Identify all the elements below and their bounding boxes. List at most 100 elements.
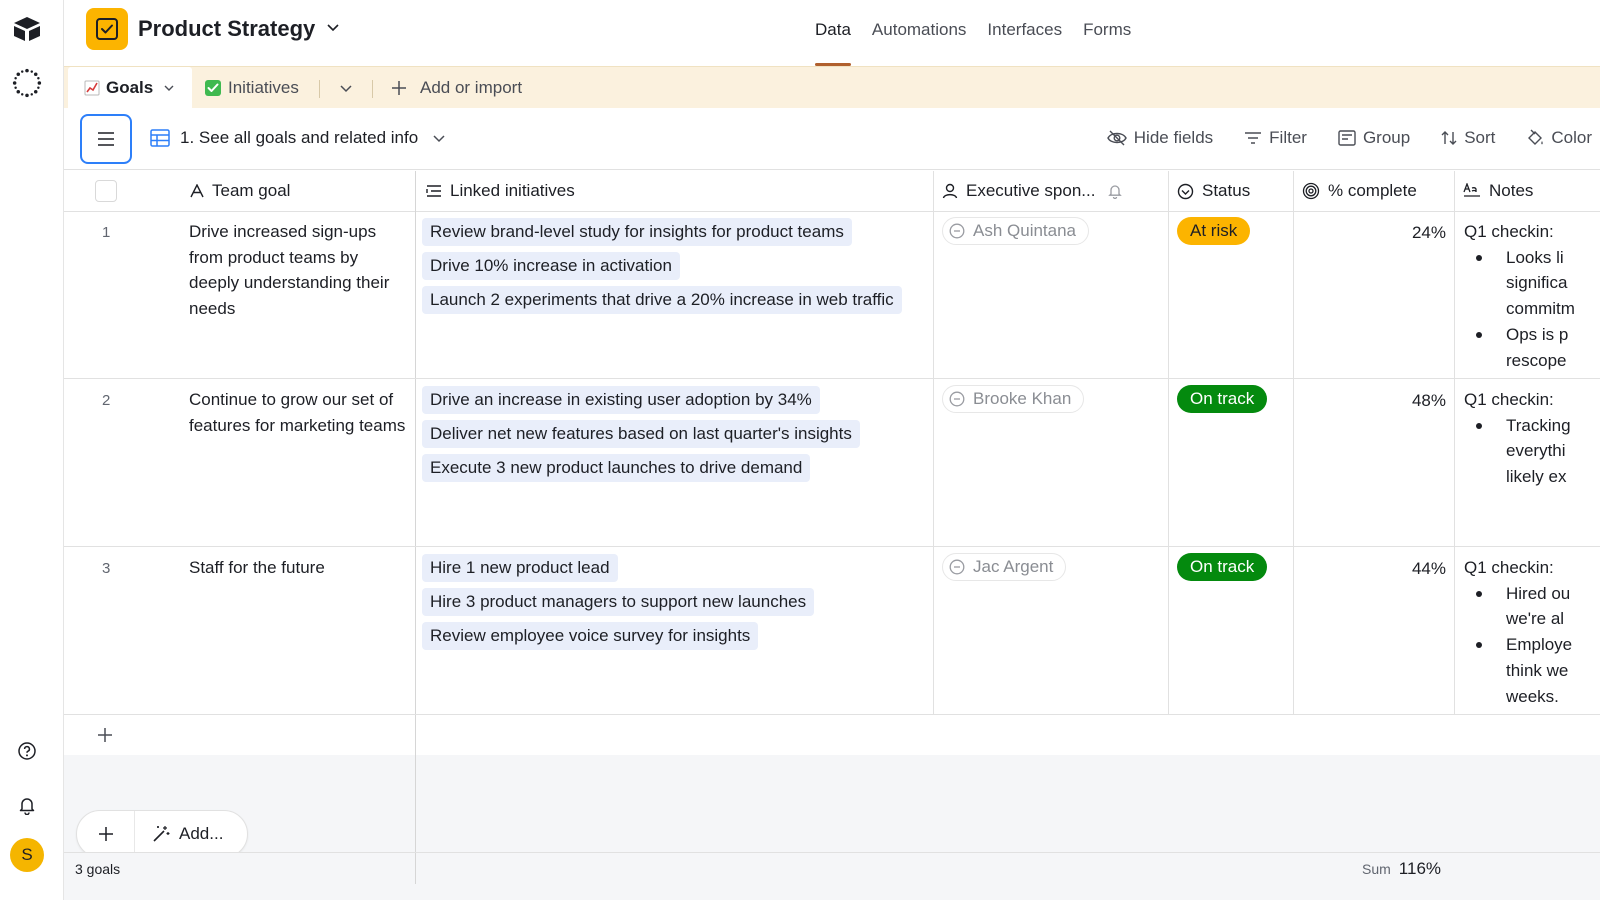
column-label: Team goal [212, 181, 291, 200]
add-with-ai-button[interactable]: Add... [135, 824, 223, 844]
notes-title: Q1 checkin: [1464, 558, 1554, 577]
help-icon[interactable] [12, 736, 42, 766]
base-title[interactable]: Product Strategy [138, 16, 315, 42]
column-divider [1168, 171, 1169, 715]
sort-button[interactable]: Sort [1441, 128, 1495, 148]
grid-view-icon [150, 129, 170, 147]
deactivated-user-icon [949, 223, 965, 239]
long-text-icon [1463, 183, 1481, 199]
chart-emoji-icon [84, 80, 100, 96]
rollup-icon [1302, 182, 1320, 200]
magic-wand-icon [151, 824, 171, 844]
notes-cell[interactable]: Q1 checkin: Looks li significa commitm Ops… [1464, 219, 1600, 373]
add-or-import-button[interactable]: Add or import [390, 67, 522, 109]
tab-automations[interactable]: Automations [861, 0, 977, 66]
grid-footer: 3 goals Sum 116% [64, 852, 1600, 884]
workspace-icon[interactable] [12, 68, 42, 98]
deactivated-user-icon [949, 391, 965, 407]
sum-label: Sum [1362, 861, 1391, 877]
tab-divider [372, 80, 373, 98]
linked-initiative-chip[interactable]: Execute 3 new product launches to drive … [422, 454, 811, 482]
table-tab-goals[interactable]: Goals [68, 67, 192, 109]
tab-forms[interactable]: Forms [1072, 0, 1141, 66]
linked-records-icon [426, 184, 442, 198]
paint-bucket-icon [1526, 129, 1544, 147]
column-header-percent-complete[interactable]: % complete [1294, 171, 1454, 212]
notes-cell[interactable]: Q1 checkin: Hired ou we're al Employe thin… [1464, 555, 1600, 709]
column-header-notes[interactable]: Notes [1455, 171, 1600, 212]
sponsor-name: Ash Quintana [973, 221, 1077, 240]
group-label: Group [1362, 128, 1411, 147]
group-button[interactable]: Group [1338, 128, 1410, 148]
notes-title: Q1 checkin: [1464, 390, 1554, 409]
color-label: Color [1551, 128, 1592, 147]
team-goal-cell[interactable]: Staff for the future [189, 555, 411, 581]
column-label: Notes [1489, 181, 1534, 200]
add-record-button[interactable] [77, 811, 135, 857]
view-name-label: 1. See all goals and related info [180, 128, 419, 147]
notes-bullet: Hired ou we're al [1464, 581, 1600, 632]
top-nav: Data Automations Interfaces Forms [804, 0, 1141, 66]
chevron-down-icon[interactable] [163, 82, 175, 94]
add-row-button[interactable] [64, 715, 416, 755]
airtable-logo-icon[interactable] [12, 14, 42, 44]
column-label: Executive spon... [966, 181, 1096, 200]
view-switcher[interactable]: 1. See all goals and related info [150, 128, 446, 148]
linked-initiative-chip[interactable]: Launch 2 experiments that drive a 20% in… [422, 286, 902, 314]
executive-sponsor-chip[interactable]: Brooke Khan [942, 385, 1085, 413]
check-mark-icon [204, 79, 222, 97]
column-header-linked-initiatives[interactable]: Linked initiatives [416, 171, 933, 212]
linked-initiative-chip[interactable]: Deliver net new features based on last q… [422, 420, 860, 448]
percent-complete-cell[interactable]: 24% [1364, 223, 1446, 243]
linked-initiative-chip[interactable]: Hire 3 product managers to support new l… [422, 588, 815, 616]
column-label: Linked initiatives [450, 181, 575, 200]
group-icon [1338, 130, 1356, 146]
column-divider [415, 853, 416, 884]
status-badge[interactable]: At risk [1177, 217, 1251, 245]
sum-value: 116% [1398, 859, 1442, 878]
team-goal-cell[interactable]: Continue to grow our set of features for… [189, 387, 411, 438]
status-badge[interactable]: On track [1177, 553, 1268, 581]
all-tables-chevron-icon[interactable] [339, 67, 353, 109]
table-tab-initiatives[interactable]: Initiatives [204, 67, 299, 109]
hide-fields-button[interactable]: Hide fields [1106, 128, 1213, 148]
team-goal-cell[interactable]: Drive increased sign-ups from product te… [189, 219, 411, 322]
color-button[interactable]: Color [1526, 128, 1592, 148]
column-header-executive-sponsor[interactable]: Executive spon... [934, 171, 1168, 212]
row-number: 3 [102, 560, 111, 577]
row-number: 1 [102, 224, 111, 241]
executive-sponsor-chip[interactable]: Ash Quintana [942, 217, 1090, 245]
select-all-checkbox[interactable] [95, 171, 117, 212]
deactivated-user-icon [949, 559, 965, 575]
table-tab-label: Goals [106, 78, 154, 97]
plus-icon [390, 79, 408, 97]
executive-sponsor-chip[interactable]: Jac Argent [942, 553, 1067, 581]
user-avatar[interactable]: S [10, 838, 44, 872]
linked-initiative-chip[interactable]: Review employee voice survey for insight… [422, 622, 759, 650]
filter-button[interactable]: Filter [1244, 128, 1307, 148]
column-header-status[interactable]: Status [1169, 171, 1293, 212]
linked-initiative-chip[interactable]: Drive an increase in existing user adopt… [422, 386, 820, 414]
notes-cell[interactable]: Q1 checkin: Tracking everythi likely ex [1464, 387, 1600, 490]
row-number: 2 [102, 392, 111, 409]
percent-complete-cell[interactable]: 44% [1364, 559, 1446, 579]
percent-complete-cell[interactable]: 48% [1364, 391, 1446, 411]
linked-initiative-chip[interactable]: Hire 1 new product lead [422, 554, 618, 582]
linked-initiative-chip[interactable]: Drive 10% increase in activation [422, 252, 680, 280]
tab-data[interactable]: Data [804, 0, 861, 66]
single-select-icon [1177, 183, 1194, 200]
column-divider [933, 171, 934, 715]
filter-icon [1244, 131, 1262, 145]
base-icon[interactable] [86, 8, 128, 50]
status-badge[interactable]: On track [1177, 385, 1268, 413]
filter-label: Filter [1269, 128, 1307, 147]
linked-initiative-chip[interactable]: Review brand-level study for insights fo… [422, 218, 852, 246]
plus-icon [98, 827, 113, 841]
chevron-down-icon [432, 131, 446, 145]
chevron-down-icon[interactable] [326, 20, 340, 34]
views-menu-button[interactable] [80, 114, 132, 164]
sum-summary[interactable]: Sum 116% [1362, 859, 1441, 879]
column-label: Status [1202, 181, 1251, 200]
notifications-bell-icon[interactable] [12, 790, 42, 820]
tab-interfaces[interactable]: Interfaces [976, 0, 1072, 66]
